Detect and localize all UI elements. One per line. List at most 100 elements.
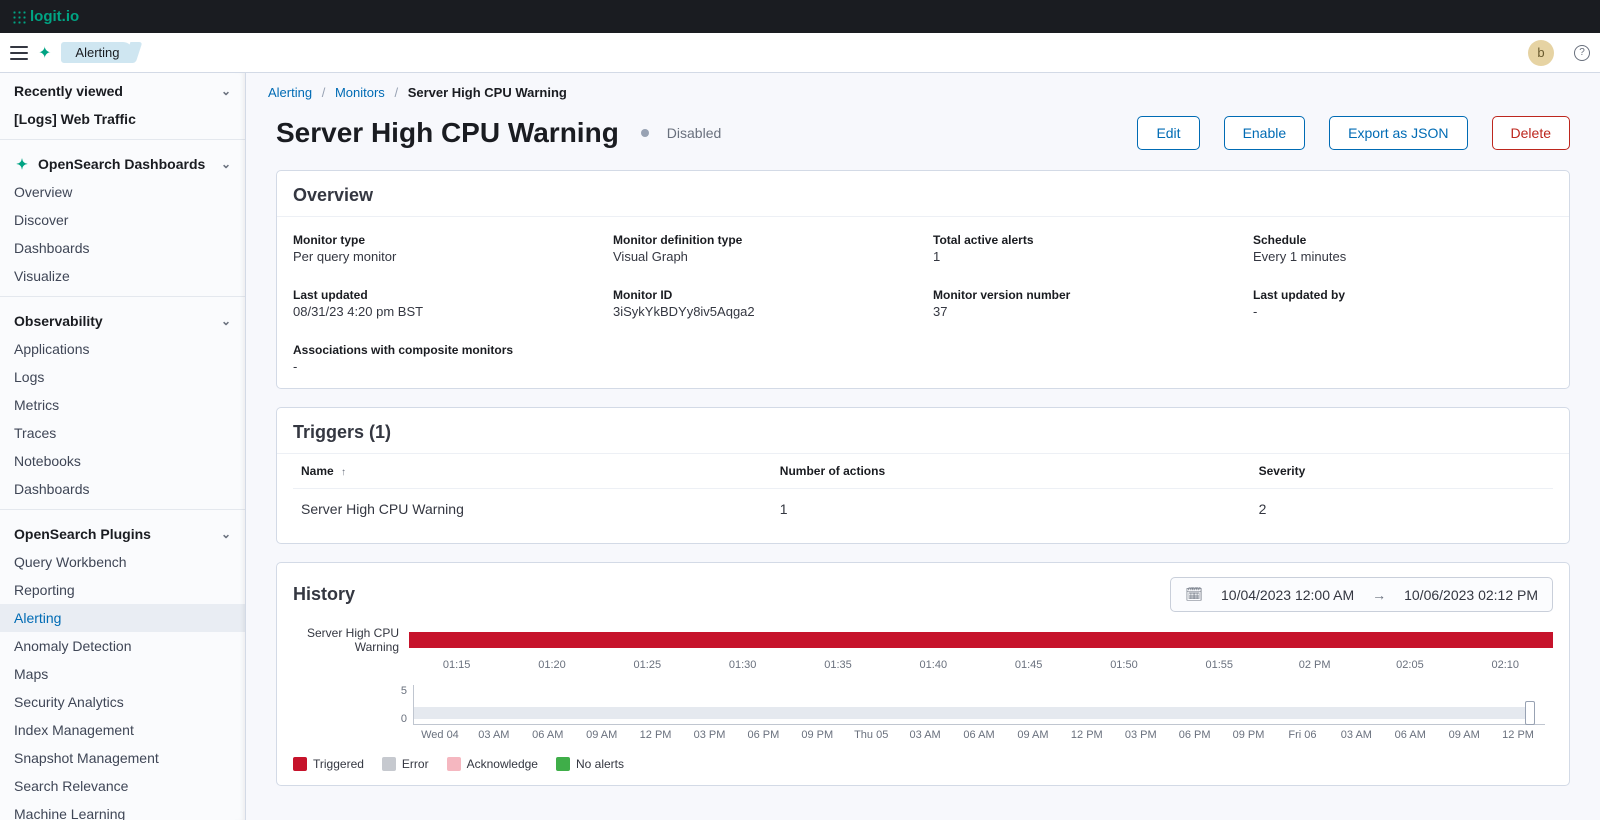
history-brush-chart[interactable]: 5 0 Wed 0403 AM06 AM09 AM12 PM03 PM06 PM… bbox=[293, 685, 1553, 749]
field-value: 37 bbox=[933, 304, 1233, 319]
sidebar-item-visualize[interactable]: Visualize bbox=[0, 262, 245, 290]
sidebar-item-dashboards[interactable]: Dashboards bbox=[0, 475, 245, 503]
sidebar-section-dashboards[interactable]: ✦ OpenSearch Dashboards ⌄ bbox=[0, 146, 245, 178]
table-cell: 1 bbox=[772, 489, 1251, 530]
time-tick: 01:45 bbox=[981, 659, 1076, 671]
sidebar-item-query-workbench[interactable]: Query Workbench bbox=[0, 548, 245, 576]
brush-tick: 06 AM bbox=[1383, 729, 1437, 741]
brush-tick: 09 AM bbox=[1437, 729, 1491, 741]
sidebar-section-label: OpenSearch Dashboards bbox=[38, 156, 205, 172]
brush-tick: 06 AM bbox=[521, 729, 575, 741]
breadcrumb-current: Server High CPU Warning bbox=[408, 85, 567, 100]
panel-title: History bbox=[293, 584, 355, 605]
sidebar-item-alerting[interactable]: Alerting bbox=[0, 604, 245, 632]
legend-item[interactable]: Triggered bbox=[293, 757, 364, 771]
field-value: - bbox=[293, 359, 1553, 374]
field-label: Monitor definition type bbox=[613, 233, 913, 247]
sidebar-item-snapshot-management[interactable]: Snapshot Management bbox=[0, 744, 245, 772]
legend-item[interactable]: Acknowledge bbox=[447, 757, 538, 771]
table-row[interactable]: Server High CPU Warning12 bbox=[293, 489, 1553, 530]
chevron-down-icon: ⌄ bbox=[221, 84, 231, 98]
time-tick: 01:55 bbox=[1172, 659, 1267, 671]
time-tick: 02:10 bbox=[1458, 659, 1553, 671]
date-range-picker[interactable]: 🗓 10/04/2023 12:00 AM → 10/06/2023 02:12… bbox=[1170, 577, 1553, 612]
column-header-actions[interactable]: Number of actions bbox=[772, 454, 1251, 489]
brush-tick: Wed 04 bbox=[413, 729, 467, 741]
brush-handle[interactable] bbox=[1525, 701, 1535, 725]
context-chip-label: Alerting bbox=[75, 45, 119, 60]
history-legend: Triggered Error Acknowledge No alerts bbox=[277, 749, 1569, 785]
chevron-down-icon: ⌄ bbox=[221, 157, 231, 171]
history-panel: History 🗓 10/04/2023 12:00 AM → 10/06/20… bbox=[276, 562, 1570, 786]
opensearch-icon: ✦ bbox=[38, 43, 51, 63]
timeline-bar-triggered[interactable] bbox=[409, 632, 1553, 648]
legend-label: Error bbox=[402, 757, 429, 771]
sidebar-item-notebooks[interactable]: Notebooks bbox=[0, 447, 245, 475]
edit-button[interactable]: Edit bbox=[1137, 116, 1199, 150]
legend-item[interactable]: No alerts bbox=[556, 757, 624, 771]
arrow-right-icon: → bbox=[1372, 587, 1386, 603]
time-tick: 02:05 bbox=[1362, 659, 1457, 671]
table-cell: 2 bbox=[1251, 489, 1553, 530]
sidebar-section-label: Observability bbox=[14, 313, 103, 329]
avatar[interactable]: b bbox=[1528, 40, 1554, 66]
brush-track[interactable] bbox=[413, 685, 1545, 725]
time-tick: 01:20 bbox=[504, 659, 599, 671]
brush-tick: 06 PM bbox=[736, 729, 790, 741]
sidebar-section-label: OpenSearch Plugins bbox=[14, 526, 151, 542]
brush-tick: 09 AM bbox=[1006, 729, 1060, 741]
sidebar-section-plugins[interactable]: OpenSearch Plugins ⌄ bbox=[0, 516, 245, 548]
brush-tick: 12 PM bbox=[629, 729, 683, 741]
export-json-button[interactable]: Export as JSON bbox=[1329, 116, 1467, 150]
sidebar-item-search-relevance[interactable]: Search Relevance bbox=[0, 772, 245, 800]
sidebar-item-index-management[interactable]: Index Management bbox=[0, 716, 245, 744]
brand-logo[interactable]: logit.io bbox=[12, 8, 79, 25]
sidebar-item-security-analytics[interactable]: Security Analytics bbox=[0, 688, 245, 716]
sidebar-item-dashboards[interactable]: Dashboards bbox=[0, 234, 245, 262]
context-chip[interactable]: Alerting bbox=[61, 42, 133, 63]
field-value: 08/31/23 4:20 pm BST bbox=[293, 304, 593, 319]
brush-ticks: Wed 0403 AM06 AM09 AM12 PM03 PM06 PM09 P… bbox=[413, 725, 1545, 749]
column-header-name[interactable]: Name ↑ bbox=[293, 454, 772, 489]
sidebar-item-maps[interactable]: Maps bbox=[0, 660, 245, 688]
nav-toggle-button[interactable] bbox=[10, 46, 28, 60]
time-tick: 01:35 bbox=[790, 659, 885, 671]
brush-tick: 09 PM bbox=[790, 729, 844, 741]
enable-button[interactable]: Enable bbox=[1224, 116, 1306, 150]
column-header-label: Name bbox=[301, 464, 334, 478]
sidebar-item-reporting[interactable]: Reporting bbox=[0, 576, 245, 604]
sidebar-item-logs[interactable]: Logs bbox=[0, 363, 245, 391]
sidebar-section-observability[interactable]: Observability ⌄ bbox=[0, 303, 245, 335]
sidebar-item-metrics[interactable]: Metrics bbox=[0, 391, 245, 419]
breadcrumb-link[interactable]: Monitors bbox=[335, 85, 385, 100]
help-icon[interactable]: ? bbox=[1574, 45, 1590, 61]
triggers-table: Name ↑ Number of actions Severity Server… bbox=[293, 454, 1553, 529]
breadcrumb-link[interactable]: Alerting bbox=[268, 85, 312, 100]
field-value: Every 1 minutes bbox=[1253, 249, 1553, 264]
sidebar: Recently viewed ⌄ [Logs] Web Traffic ✦ O… bbox=[0, 73, 246, 820]
time-tick: 01:40 bbox=[886, 659, 981, 671]
sidebar-item-applications[interactable]: Applications bbox=[0, 335, 245, 363]
brush-selection[interactable] bbox=[414, 707, 1527, 719]
overview-panel: Overview Monitor type Per query monitor … bbox=[276, 170, 1570, 389]
brand-name: logit.io bbox=[30, 8, 79, 25]
sidebar-item-overview[interactable]: Overview bbox=[0, 178, 245, 206]
field-label: Total active alerts bbox=[933, 233, 1233, 247]
sidebar-item-traces[interactable]: Traces bbox=[0, 419, 245, 447]
brush-tick: 03 PM bbox=[683, 729, 737, 741]
delete-button[interactable]: Delete bbox=[1492, 116, 1570, 150]
sidebar-section-recently-viewed[interactable]: Recently viewed ⌄ bbox=[0, 73, 245, 105]
sidebar-item-anomaly-detection[interactable]: Anomaly Detection bbox=[0, 632, 245, 660]
field-value: 1 bbox=[933, 249, 1233, 264]
sidebar-item-discover[interactable]: Discover bbox=[0, 206, 245, 234]
legend-swatch bbox=[382, 757, 396, 771]
sidebar-item-machine-learning[interactable]: Machine Learning bbox=[0, 800, 245, 820]
column-header-severity[interactable]: Severity bbox=[1251, 454, 1553, 489]
status-badge: Disabled bbox=[667, 125, 721, 141]
legend-label: Acknowledge bbox=[467, 757, 538, 771]
brush-tick: 03 PM bbox=[1114, 729, 1168, 741]
sidebar-item--logs-web-traffic[interactable]: [Logs] Web Traffic bbox=[0, 105, 245, 133]
legend-item[interactable]: Error bbox=[382, 757, 429, 771]
field-value: Visual Graph bbox=[613, 249, 913, 264]
brush-tick: 03 AM bbox=[467, 729, 521, 741]
